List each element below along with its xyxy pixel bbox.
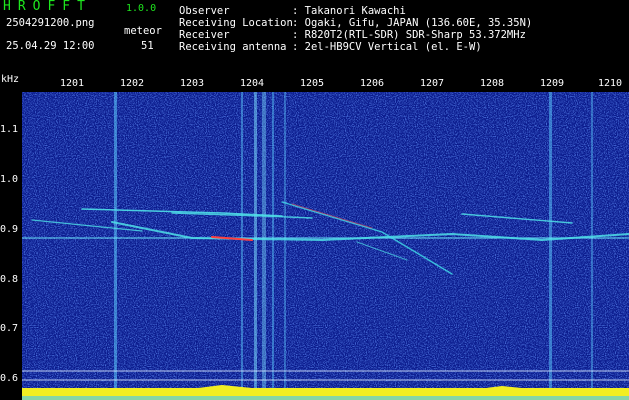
meteor-label: meteor [124,25,162,37]
info-values: : Takanori Kawachi : Ogaki, Gifu, JAPAN … [292,5,533,53]
app-version: 1.0.0 [126,3,157,14]
freq-label: 0.8 [0,274,19,285]
app-title: HROFFT [3,0,92,14]
freq-label: 1.0 [0,174,19,185]
hour-tick: 1207 [420,78,445,89]
spectrogram-specks [22,92,629,400]
freq-label: 0.6 [0,373,19,384]
hour-tick: 1203 [180,78,205,89]
datetime: 25.04.29 12:00 [6,40,95,52]
hour-tick: 1202 [120,78,145,89]
hour-tick: 1201 [60,78,85,89]
freq-label: 0.9 [0,224,19,235]
file-name: 2504291200.png [6,17,95,29]
freq-label: 1.1 [0,124,19,135]
info-labels: Observer Receiving Location Receiver Rec… [179,5,293,53]
hour-tick: 1204 [240,78,265,89]
hour-tick: 1210 [598,78,623,89]
header: HROFFT 1.0.0 2504291200.png meteor 51 25… [0,0,629,60]
freq-label: 0.7 [0,323,19,334]
meteor-count: 51 [141,40,154,52]
spectrogram [22,92,629,400]
hour-tick: 1208 [480,78,505,89]
hour-tick: 1209 [540,78,565,89]
hour-ticks: 1201 1202 1203 1204 1205 1206 1207 1208 … [0,78,629,92]
hour-tick: 1206 [360,78,385,89]
hour-tick: 1205 [300,78,325,89]
